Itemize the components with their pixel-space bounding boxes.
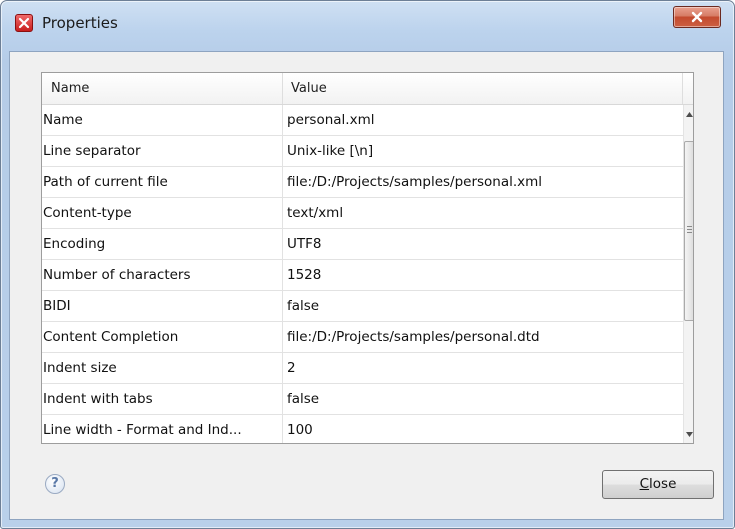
table-row[interactable]: Number of characters 1528 — [42, 260, 683, 291]
property-value: 2 — [287, 360, 296, 376]
title-bar[interactable]: Properties — [1, 1, 734, 51]
property-name: Content-type — [43, 198, 283, 228]
property-value: UTF8 — [287, 236, 322, 252]
table-row[interactable]: Line separator Unix-like [\n] — [42, 136, 683, 167]
table-row[interactable]: Indent with tabs false — [42, 384, 683, 415]
window-close-button[interactable] — [673, 6, 721, 28]
property-value: Unix-like [\n] — [287, 143, 374, 159]
property-name: Number of characters — [43, 260, 283, 290]
property-name: Indent with tabs — [43, 384, 283, 414]
vertical-scrollbar[interactable] — [683, 105, 693, 443]
help-icon[interactable]: ? — [45, 474, 65, 494]
property-value: false — [287, 298, 320, 314]
close-button[interactable]: Close — [602, 470, 714, 499]
property-name: Line width - Format and Ind... — [43, 415, 283, 443]
property-value: personal.xml — [287, 112, 375, 128]
grip-line — [687, 226, 692, 227]
property-value: false — [287, 391, 320, 407]
close-button-mnemonic: C — [639, 476, 650, 492]
oxygen-app-icon — [15, 14, 33, 32]
grip-line — [687, 229, 692, 230]
table-row[interactable]: Encoding UTF8 — [42, 229, 683, 260]
property-name: Indent size — [43, 353, 283, 383]
properties-dialog: Properties Name Value Name personal.xml … — [0, 0, 735, 529]
properties-table: Name Value Name personal.xml Line separa… — [41, 72, 694, 444]
table-row[interactable]: Content-type text/xml — [42, 198, 683, 229]
property-name: Path of current file — [43, 167, 283, 197]
table-body: Name personal.xml Line separator Unix-li… — [42, 105, 683, 443]
table-row[interactable]: Path of current file file:/D:/Projects/s… — [42, 167, 683, 198]
window-title: Properties — [42, 14, 118, 32]
property-name: BIDI — [43, 291, 283, 321]
property-value: file:/D:/Projects/samples/personal.xml — [287, 174, 543, 190]
property-name: Name — [43, 105, 283, 135]
table-header: Name Value — [42, 73, 693, 105]
table-row[interactable]: Indent size 2 — [42, 353, 683, 384]
table-row[interactable]: Name personal.xml — [42, 105, 683, 136]
table-row[interactable]: BIDI false — [42, 291, 683, 322]
property-value: file:/D:/Projects/samples/personal.dtd — [287, 329, 540, 345]
close-button-label: lose — [649, 476, 677, 492]
column-header-name[interactable]: Name — [42, 73, 283, 104]
scroll-down-arrow-icon[interactable] — [684, 427, 693, 443]
close-icon — [691, 11, 703, 23]
property-name: Content Completion — [43, 322, 283, 352]
property-name: Encoding — [43, 229, 283, 259]
property-value: 1528 — [287, 267, 322, 283]
column-header-value[interactable]: Value — [283, 73, 683, 104]
table-row[interactable]: Content Completion file:/D:/Projects/sam… — [42, 322, 683, 353]
dialog-body: Name Value Name personal.xml Line separa… — [9, 51, 724, 520]
property-value: 100 — [287, 422, 313, 438]
scroll-up-arrow-icon[interactable] — [684, 107, 693, 123]
scrollbar-thumb[interactable] — [684, 141, 693, 321]
table-row[interactable]: Line width - Format and Ind... 100 — [42, 415, 683, 443]
grip-line — [687, 232, 692, 233]
property-name: Line separator — [43, 136, 283, 166]
property-value: text/xml — [287, 205, 344, 221]
